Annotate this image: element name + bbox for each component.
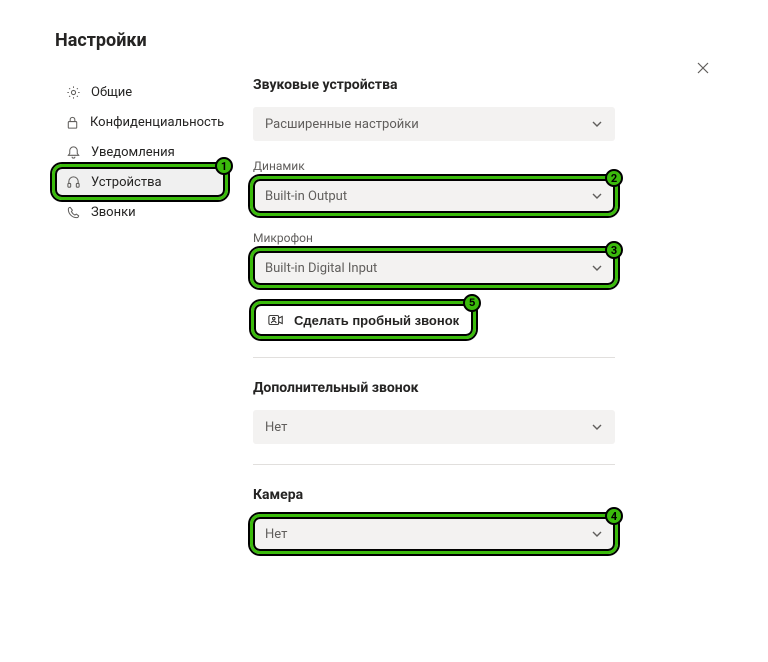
dropdown-value: Built-in Output (265, 189, 347, 204)
annotation-badge: 4 (605, 507, 623, 525)
video-person-icon (268, 313, 284, 327)
secondary-ringer-heading: Дополнительный звонок (253, 380, 713, 396)
advanced-settings-dropdown[interactable]: Расширенные настройки (253, 107, 615, 141)
chevron-down-icon (591, 190, 603, 202)
bell-icon (65, 144, 81, 160)
divider (253, 357, 615, 358)
camera-heading: Камера (253, 487, 713, 503)
headset-icon (65, 174, 81, 190)
annotation-badge: 5 (463, 294, 481, 312)
sidebar-item-label: Устройства (91, 175, 162, 190)
chevron-down-icon (591, 118, 603, 130)
sidebar-item-general[interactable]: Общие (55, 77, 225, 107)
close-button[interactable] (693, 58, 713, 78)
camera-dropdown[interactable]: Нет 4 (253, 517, 615, 551)
sidebar-item-label: Общие (91, 85, 132, 100)
audio-devices-heading: Звуковые устройства (253, 77, 713, 93)
chevron-down-icon (591, 421, 603, 433)
dropdown-value: Расширенные настройки (265, 117, 419, 132)
sidebar-item-privacy[interactable]: Конфиденциальность (55, 107, 225, 137)
settings-sidebar: Общие Конфиденциальность Уведомлени (55, 77, 225, 569)
speaker-label: Динамик (253, 159, 713, 173)
button-label: Сделать пробный звонок (294, 313, 459, 328)
dropdown-value: Нет (265, 420, 287, 435)
secondary-ringer-dropdown[interactable]: Нет (253, 410, 615, 444)
lock-icon (65, 114, 80, 130)
dropdown-value: Built-in Digital Input (265, 261, 377, 276)
microphone-label: Микрофон (253, 231, 713, 245)
chevron-down-icon (591, 528, 603, 540)
close-icon (696, 61, 710, 75)
sidebar-item-label: Уведомления (91, 145, 175, 160)
sidebar-item-notifications[interactable]: Уведомления (55, 137, 225, 167)
gear-icon (65, 84, 81, 100)
settings-dialog: Настройки Общие (0, 0, 768, 589)
sidebar-item-label: Звонки (91, 205, 136, 220)
chevron-down-icon (591, 262, 603, 274)
dialog-content: Общие Конфиденциальность Уведомлени (55, 77, 713, 569)
sidebar-item-devices[interactable]: Устройства 1 (55, 167, 225, 197)
speaker-dropdown[interactable]: Built-in Output 2 (253, 179, 615, 213)
sidebar-item-calls[interactable]: Звонки (55, 197, 225, 227)
settings-main: Звуковые устройства Расширенные настройк… (253, 77, 713, 569)
dialog-title: Настройки (55, 30, 713, 51)
phone-icon (65, 204, 81, 220)
divider (253, 464, 615, 465)
microphone-dropdown[interactable]: Built-in Digital Input 3 (253, 251, 615, 285)
test-call-button[interactable]: Сделать пробный звонок 5 (253, 303, 474, 337)
sidebar-item-label: Конфиденциальность (90, 115, 224, 130)
dropdown-value: Нет (265, 527, 287, 542)
